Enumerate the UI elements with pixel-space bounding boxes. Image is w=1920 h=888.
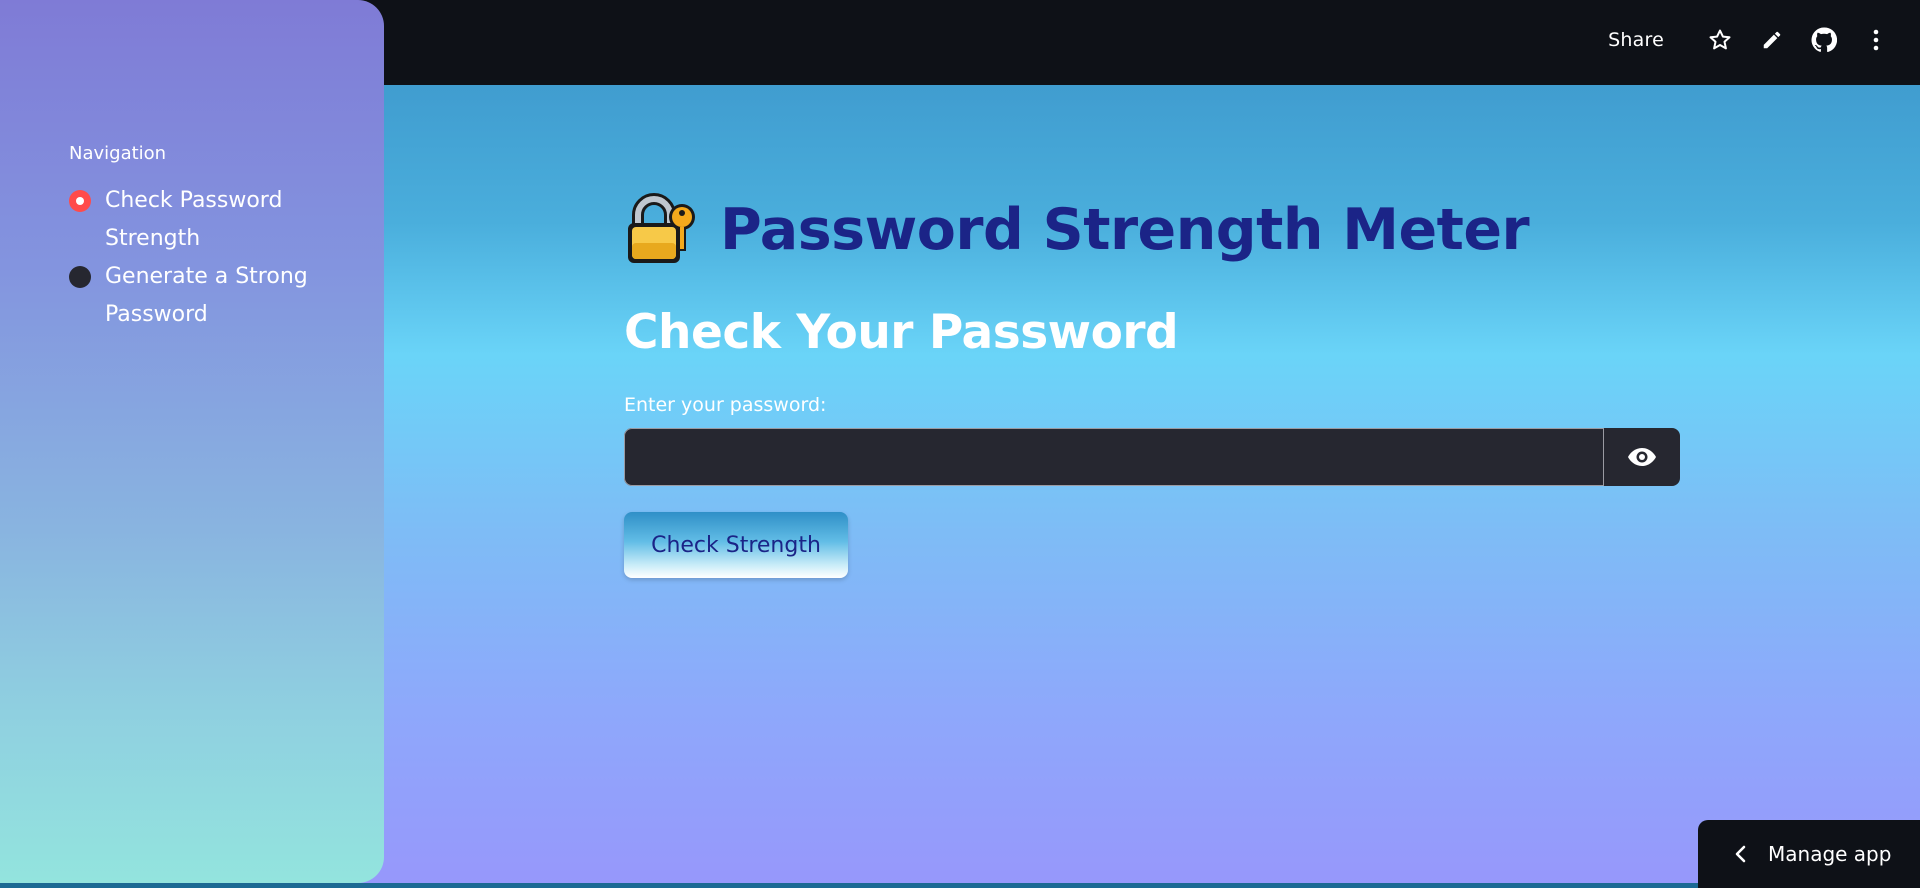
nav-radio-group: Check Password Strength Generate a Stron… [69, 182, 329, 334]
nav-title: Navigation [69, 143, 167, 164]
password-input[interactable] [624, 428, 1604, 486]
chevron-left-icon [1734, 845, 1746, 863]
manage-app-label: Manage app [1768, 842, 1892, 866]
share-button[interactable]: Share [1608, 29, 1664, 51]
radio-unselected-icon[interactable] [69, 266, 91, 288]
nav-option-check-password-strength[interactable]: Check Password Strength [69, 182, 329, 258]
password-field-label: Enter your password: [624, 394, 827, 416]
bottom-strip [0, 883, 1920, 888]
manage-app-button[interactable]: Manage app [1698, 820, 1920, 888]
lock-with-key-icon [624, 191, 702, 269]
pencil-icon[interactable] [1759, 27, 1785, 53]
page-title: Password Strength Meter [720, 197, 1530, 263]
nav-option-label: Check Password Strength [105, 188, 283, 251]
kebab-menu-icon[interactable] [1863, 27, 1889, 53]
nav-option-label: Generate a Strong Password [105, 264, 308, 327]
password-input-wrapper [624, 428, 1680, 486]
github-icon[interactable] [1811, 27, 1837, 53]
radio-selected-icon[interactable] [69, 190, 91, 212]
header-actions: Share [1608, 0, 1920, 80]
check-strength-button[interactable]: Check Strength [624, 512, 848, 578]
star-icon[interactable] [1707, 27, 1733, 53]
main-content: Password Strength Meter Check Your Passw… [624, 185, 1680, 578]
title-row: Password Strength Meter [624, 185, 1680, 275]
eye-icon[interactable] [1604, 428, 1680, 486]
nav-option-generate-password[interactable]: Generate a Strong Password [69, 258, 329, 334]
section-title: Check Your Password [624, 305, 1179, 360]
sidebar: Navigation Check Password Strength Gener… [0, 0, 384, 883]
